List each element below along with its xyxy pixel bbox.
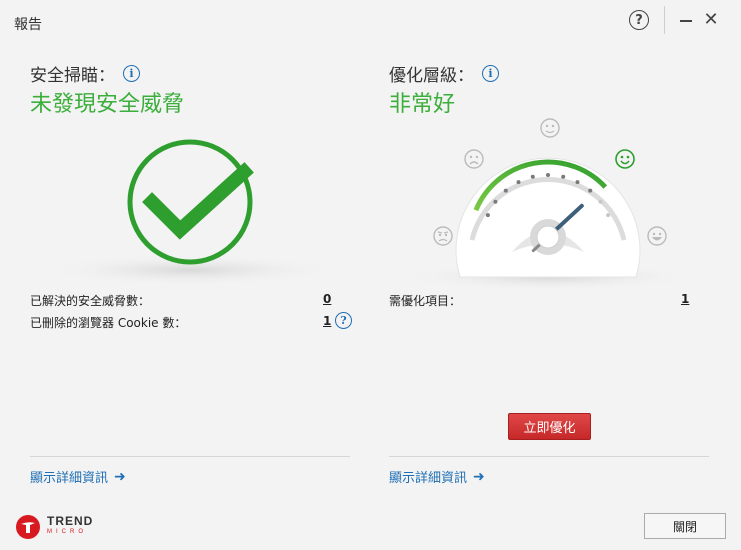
deleted-cookies-label: 已刪除的瀏覽器 Cookie 數： [30, 316, 187, 330]
angry-face-icon [433, 226, 453, 246]
gauge-tick [493, 199, 498, 204]
gauge-tick [561, 174, 566, 179]
logo-line1: TREND [47, 514, 94, 528]
info-icon[interactable]: i [123, 65, 140, 82]
resolved-threats-label: 已解決的安全威脅數： [30, 294, 151, 308]
sad-face-icon [464, 149, 484, 169]
arrow-right-icon: ➜ [114, 468, 126, 485]
scan-heading: 安全掃瞄： i [30, 61, 140, 86]
scan-details-label: 顯示詳細資訊 [30, 471, 109, 486]
optimization-heading: 優化層級： i [389, 61, 499, 86]
items-to-optimize-value[interactable]: 1 [681, 292, 689, 306]
deleted-cookies-value[interactable]: 1 [323, 314, 331, 328]
cookie-help-icon[interactable]: ? [335, 312, 352, 329]
close-button[interactable]: 關閉 [644, 513, 726, 539]
right-divider [389, 456, 709, 457]
logo-line2: MICRO [47, 529, 87, 535]
title-divider [664, 6, 665, 34]
very-happy-face-icon [647, 226, 667, 246]
shadow-ellipse [40, 254, 340, 286]
trend-micro-logo-icon [16, 515, 40, 539]
optimization-details-label: 顯示詳細資訊 [389, 471, 468, 486]
close-window-button[interactable]: ✕ [700, 8, 722, 30]
happy-face-icon [615, 149, 635, 169]
info-icon[interactable]: i [482, 65, 499, 82]
gauge-hub-center [536, 225, 560, 249]
gauge-tick [503, 188, 508, 193]
scan-details-link[interactable]: 顯示詳細資訊 ➜ [30, 467, 126, 487]
gauge-tick [606, 213, 611, 218]
optimization-details-link[interactable]: 顯示詳細資訊 ➜ [389, 467, 485, 487]
optimization-gauge [400, 118, 698, 291]
scan-result-graphic [40, 139, 340, 286]
gauge-tick [516, 180, 521, 185]
optimization-label: 優化層級： [389, 66, 474, 86]
window-title: 報告 [14, 17, 42, 33]
left-divider [30, 456, 350, 457]
gauge-tick [485, 213, 490, 218]
items-to-optimize-label: 需優化項目： [389, 294, 462, 308]
scan-status: 未發現安全威脅 [30, 92, 185, 117]
resolved-threats-value[interactable]: 0 [323, 292, 331, 306]
trend-micro-logo: TREND MICRO [15, 514, 93, 540]
neutral-face-icon [540, 118, 560, 138]
gauge-tick [530, 174, 535, 179]
scan-label: 安全掃瞄： [30, 66, 115, 86]
minimize-button[interactable] [676, 8, 696, 28]
gauge-tick [598, 199, 603, 204]
checkmark-icon [142, 162, 254, 240]
help-icon[interactable]: ? [629, 10, 649, 30]
gauge-tick [546, 173, 550, 177]
arrow-right-icon: ➜ [473, 468, 485, 485]
gauge-tick [575, 180, 580, 185]
optimize-now-button[interactable]: 立即優化 [508, 413, 591, 440]
gauge-tick [588, 188, 593, 193]
